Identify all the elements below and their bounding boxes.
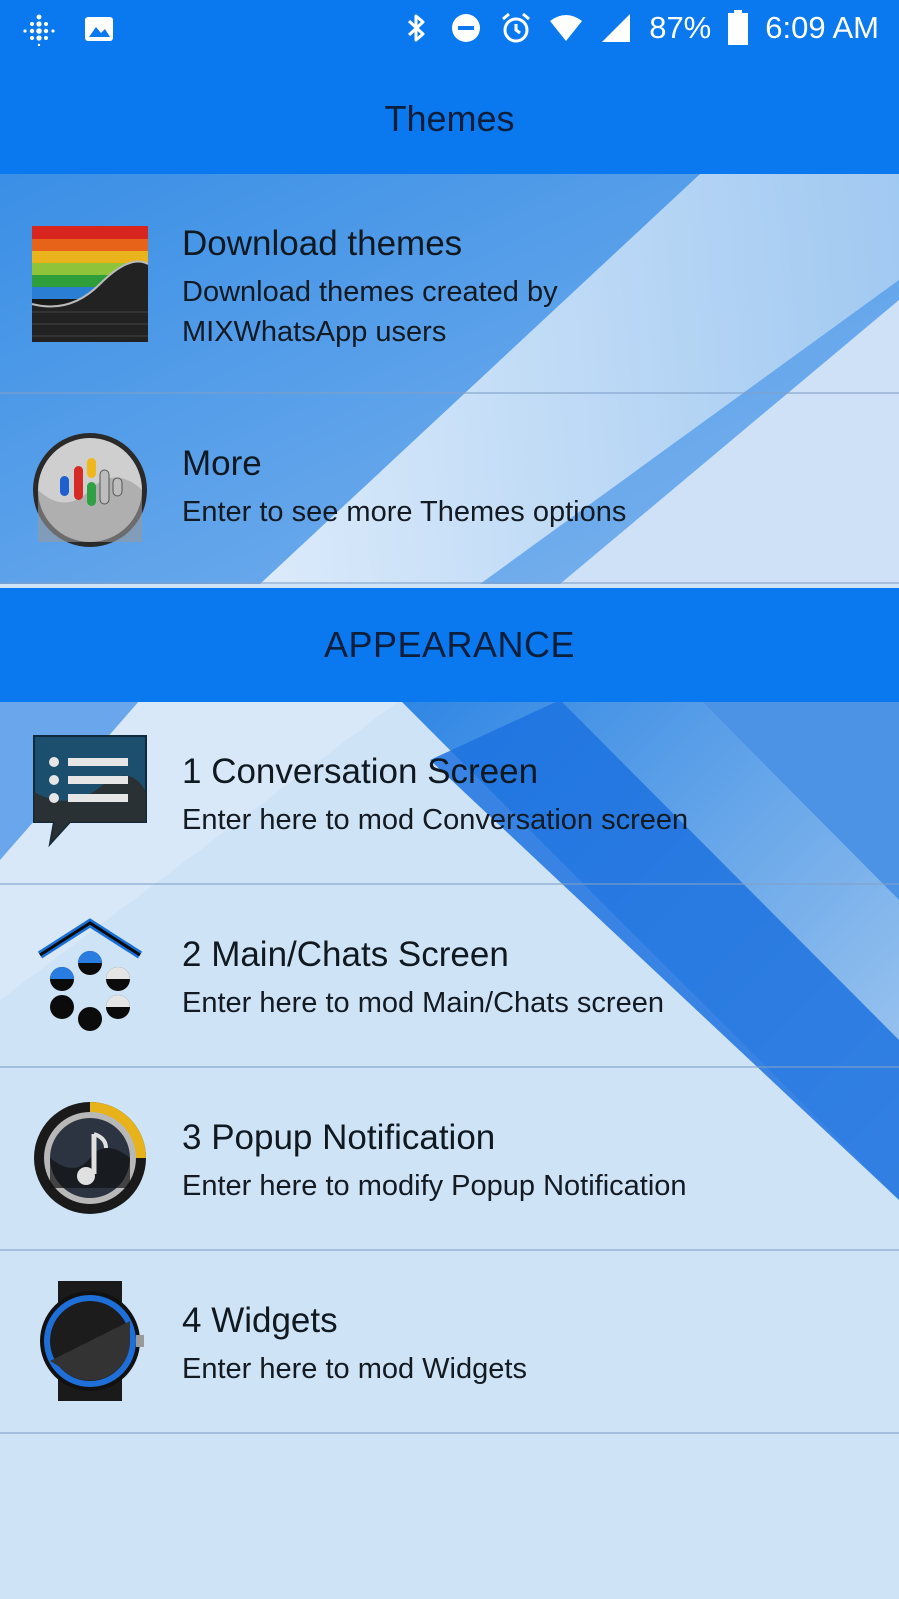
chat-bubble-list-icon: [33, 735, 147, 848]
item-title: More: [182, 444, 262, 483]
dots-disc-icon: [33, 433, 147, 547]
list-item-download-themes[interactable]: Download themes Download themes created …: [0, 174, 899, 394]
item-title: 2 Main/Chats Screen: [182, 935, 509, 974]
signal-icon: [602, 14, 631, 42]
home-dots-icon: [37, 918, 143, 1031]
item-subtitle: Enter here to modify Popup Notification: [182, 1170, 687, 1202]
list-item-more[interactable]: More Enter to see more Themes options: [0, 394, 899, 584]
clock: 6:09 AM: [765, 10, 879, 45]
wifi-icon: [550, 15, 583, 41]
list-item-popup-notification[interactable]: 3 Popup Notification Enter here to modif…: [0, 1068, 899, 1251]
page-title: Themes: [384, 98, 515, 139]
item-subtitle: Enter to see more Themes options: [182, 496, 627, 528]
bluetooth-icon: [408, 14, 425, 42]
rainbow-stripes-icon: [31, 226, 149, 342]
item-subtitle: Download themes created by MIXWhatsApp u…: [182, 276, 558, 348]
do-not-disturb-icon: [452, 14, 481, 42]
themes-list: Download themes Download themes created …: [0, 174, 899, 584]
item-subtitle: Enter here to mod Main/Chats screen: [182, 987, 664, 1019]
item-title: 3 Popup Notification: [182, 1118, 496, 1157]
item-subtitle: Enter here to mod Conversation screen: [182, 804, 689, 836]
list-item-conversation-screen[interactable]: 1 Conversation Screen Enter here to mod …: [0, 702, 899, 885]
item-subtitle: Enter here to mod Widgets: [182, 1353, 527, 1385]
list-item-main-chats-screen[interactable]: 2 Main/Chats Screen Enter here to mod Ma…: [0, 885, 899, 1068]
watch-icon: [40, 1281, 144, 1401]
item-title: Download themes: [182, 224, 463, 263]
item-title: 1 Conversation Screen: [182, 752, 539, 791]
section-title: APPEARANCE: [323, 624, 576, 665]
item-title: 4 Widgets: [182, 1301, 338, 1340]
status-bar: 87% 6:09 AM: [0, 0, 899, 64]
appearance-list: 1 Conversation Screen Enter here to mod …: [0, 702, 899, 1434]
appearance-section-header: APPEARANCE: [0, 588, 899, 702]
list-item-widgets[interactable]: 4 Widgets Enter here to mod Widgets: [0, 1251, 899, 1434]
fitbit-icon: [23, 14, 55, 46]
alarm-icon: [502, 12, 531, 43]
battery-icon: [728, 10, 749, 45]
image-icon: [85, 17, 113, 41]
music-note-dial-icon: [34, 1102, 146, 1214]
themes-header: Themes: [0, 64, 899, 174]
battery-percent: 87%: [649, 10, 712, 45]
